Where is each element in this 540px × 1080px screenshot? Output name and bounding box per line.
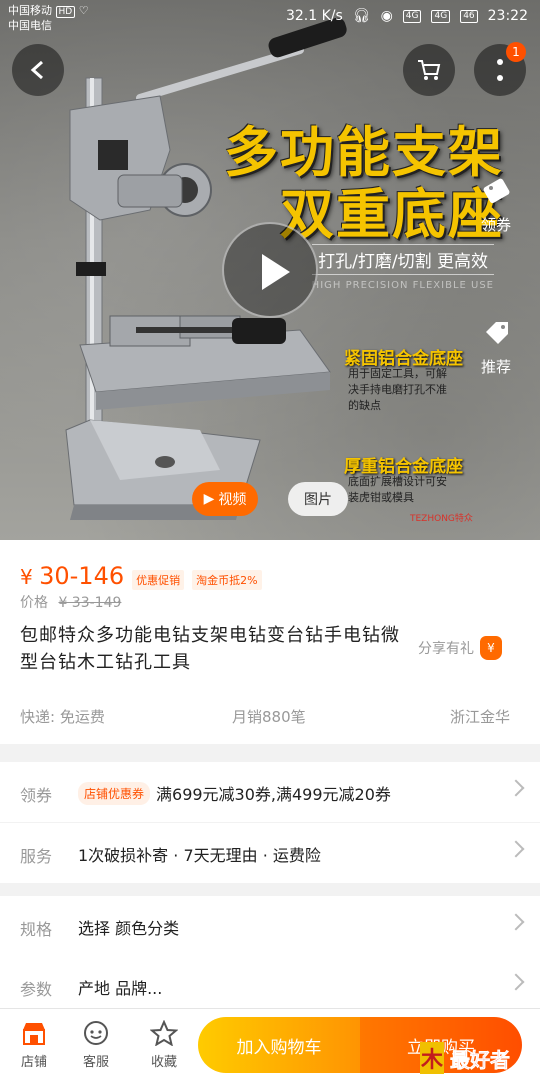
feature-1-line: 决手持电磨打孔不准 <box>348 383 447 396</box>
feature-1-line: 的缺点 <box>348 399 381 412</box>
network-2-badge: 4G <box>431 9 451 23</box>
network-1-badge: 4G <box>402 9 422 23</box>
shop-tab[interactable]: 店铺 <box>4 1019 64 1070</box>
shop-tab-label: 店铺 <box>20 1055 47 1070</box>
service-row-label: 服务 <box>20 847 53 866</box>
coupon-row-value: 店铺优惠券 满699元减30券,满499元减20券 <box>78 781 391 805</box>
watermark-text: 最好者 <box>450 1048 510 1072</box>
status-right: 32.1 K/s 🎧︎ ◉ 4G 4G 46 23:22 <box>286 8 528 24</box>
photo-tab-pill[interactable]: 图片 <box>288 482 348 516</box>
back-button[interactable] <box>12 44 64 96</box>
chevron-right-icon <box>507 840 525 858</box>
feature-1-line: 用于固定工具，可解 <box>348 367 447 380</box>
original-price-label: 价格 <box>20 595 48 611</box>
spec-value: 选择 颜色分类 <box>78 919 180 938</box>
customer-service-label: 客服 <box>82 1055 109 1070</box>
param-value: 产地 品牌... <box>78 979 163 998</box>
star-icon <box>134 1019 194 1047</box>
coupon-side-label: 领券 <box>480 216 511 234</box>
play-video-button[interactable] <box>222 222 318 318</box>
network-speed: 32.1 K/s <box>285 8 343 24</box>
price-range: 30-146 <box>39 562 125 590</box>
chevron-left-icon <box>30 60 43 80</box>
more-menu-button[interactable]: 1 <box>474 42 526 96</box>
promo-subline-en: HIGH PRECISION FLEXIBLE USE <box>311 280 494 291</box>
more-vertical-icon <box>497 59 503 81</box>
coupon-value: 满699元减30券,满499元减20券 <box>156 785 391 804</box>
original-price: ¥ 33-149 <box>58 595 122 611</box>
price-currency: ¥ <box>20 565 33 589</box>
price: ¥ 30-146 <box>20 562 124 590</box>
cart-button[interactable] <box>403 44 455 96</box>
video-pill-label: 视频 <box>218 492 247 508</box>
money-bag-icon: ¥ <box>480 636 502 660</box>
svg-text:木: 木 <box>420 1048 444 1073</box>
coin-tag: 淘金币抵2% <box>192 570 262 590</box>
notification-badge: 1 <box>506 42 526 62</box>
promo-tag: 优惠促销 <box>132 570 185 590</box>
store-coupon-tag: 店铺优惠券 <box>78 781 151 805</box>
promo-subline: 打孔/打磨/切割 更高效 <box>312 244 494 275</box>
chevron-right-icon <box>507 779 525 797</box>
service-value: 1次破损补寄 · 7天无理由 · 运费险 <box>78 846 321 865</box>
add-to-cart-label: 加入购物车 <box>236 1037 322 1058</box>
feature-2-text: 底面扩展槽设计可安 装虎钳或模具 <box>348 474 447 506</box>
price-row: ¥ 30-146 优惠促销 淘金币抵2% <box>20 562 262 590</box>
product-title: 包邮特众多功能电钻支架电钻变台钻手电钻微型台钻木工钻孔工具 <box>20 625 400 673</box>
share-label: 分享有礼 <box>418 641 474 657</box>
chat-face-icon <box>66 1019 126 1047</box>
site-watermark-logo: 木 最好者 <box>420 1042 510 1074</box>
product-image-carousel[interactable]: 中国移动 HD ♡ 中国电信 32.1 K/s 🎧︎ ◉ 4G 4G 46 23… <box>0 0 540 540</box>
spec-row-label: 规格 <box>20 920 53 939</box>
video-tab-pill[interactable]: ▶ 视频 <box>192 482 258 516</box>
customer-service-tab[interactable]: 客服 <box>66 1019 126 1070</box>
recommend-side-label: 推荐 <box>480 358 511 376</box>
headphone-icon: 🎧︎ <box>352 8 371 24</box>
original-price-row: 价格 ¥ 33-149 <box>20 592 121 612</box>
recommend-side-button[interactable]: 推荐 <box>468 312 524 377</box>
eye-icon: ◉ <box>380 8 393 24</box>
chevron-right-icon <box>507 913 525 931</box>
favorite-tab[interactable]: 收藏 <box>134 1019 194 1070</box>
shipping-info: 快递: 免运费 <box>20 708 105 726</box>
favorite-label: 收藏 <box>150 1055 177 1070</box>
feature-2-line: 装虎钳或模具 <box>348 491 414 504</box>
tag-icon <box>476 312 516 352</box>
share-button[interactable]: 分享有礼 ¥ <box>418 636 502 660</box>
carrier-info: 中国移动 HD ♡ 中国电信 <box>8 3 89 33</box>
param-row[interactable]: 参数 产地 品牌... <box>0 956 540 1008</box>
status-bar: 中国移动 HD ♡ 中国电信 32.1 K/s 🎧︎ ◉ 4G 4G 46 23… <box>0 0 540 36</box>
param-row-label: 参数 <box>20 980 53 999</box>
feature-1-text: 用于固定工具，可解 决手持电磨打孔不准 的缺点 <box>348 366 447 414</box>
clock: 23:22 <box>487 8 528 24</box>
coupon-row-label: 领券 <box>20 786 53 805</box>
play-icon <box>262 254 290 290</box>
carrier-2: 中国电信 <box>8 19 52 32</box>
monthly-sales: 月销880笔 <box>232 708 306 726</box>
heart-rate-icon: ♡ <box>78 4 89 17</box>
play-small-icon: ▶ <box>203 491 215 507</box>
shop-icon <box>4 1019 64 1047</box>
service-row[interactable]: 服务 1次破损补寄 · 7天无理由 · 运费险 <box>0 823 540 883</box>
product-info-section: ¥ 30-146 优惠促销 淘金币抵2% 价格 ¥ 33-149 包邮特众多功能… <box>0 540 540 744</box>
coupon-row[interactable]: 领券 店铺优惠券 满699元减30券,满499元减20券 <box>0 762 540 822</box>
brand-mark: TEZHONG特众 <box>410 514 473 524</box>
battery-level: 46 <box>460 9 478 23</box>
photo-pill-label: 图片 <box>304 492 332 508</box>
spec-row[interactable]: 规格 选择 颜色分类 <box>0 896 540 956</box>
money-bag-icon-symbol: ¥ <box>487 641 495 655</box>
feature-2-line: 底面扩展槽设计可安 <box>348 475 447 488</box>
add-to-cart-button[interactable]: 加入购物车 <box>198 1017 360 1073</box>
coupon-icon <box>476 170 516 210</box>
chevron-right-icon <box>507 973 525 991</box>
ship-location: 浙江金华 <box>450 708 511 726</box>
coupon-side-button[interactable]: 领券 <box>468 170 524 235</box>
hd-badge: HD <box>55 6 76 18</box>
cart-icon <box>418 60 441 80</box>
carrier-1: 中国移动 <box>8 4 52 17</box>
